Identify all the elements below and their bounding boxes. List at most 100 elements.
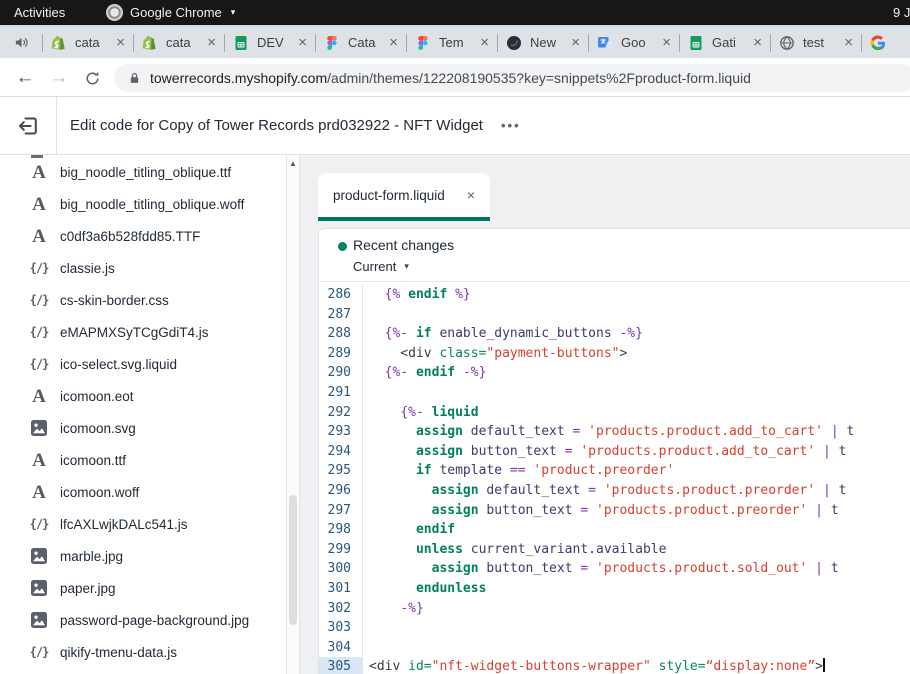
code-line-content[interactable] xyxy=(363,305,369,325)
app-menu[interactable]: Google Chrome ▾ xyxy=(106,4,235,21)
file-item[interactable]: paper.jpg xyxy=(0,572,300,604)
code-line-content[interactable]: -%} xyxy=(363,599,424,619)
tab-close-icon[interactable]: × xyxy=(389,35,398,50)
url-domain: towerrecords.myshopify.com xyxy=(150,70,327,86)
code-line[interactable]: 291 xyxy=(319,383,910,403)
code-line-content[interactable]: unless current_variant.available xyxy=(363,540,666,560)
code-line-content[interactable]: {%- if enable_dynamic_buttons -%} xyxy=(363,324,643,344)
code-line[interactable]: 302 -%} xyxy=(319,599,910,619)
scrollbar-thumb[interactable] xyxy=(289,495,297,625)
browser-tab[interactable]: cata × xyxy=(134,27,224,58)
tab-close-icon[interactable]: × xyxy=(116,35,125,50)
code-line-content[interactable]: <div id="nft-widget-buttons-wrapper" sty… xyxy=(363,657,825,674)
code-line[interactable]: 294 assign button_text = 'products.produ… xyxy=(319,442,910,462)
code-line-content[interactable]: assign default_text = 'products.product.… xyxy=(363,481,846,501)
file-item[interactable]: {/} classie.js xyxy=(0,252,300,284)
code-line[interactable]: 303 xyxy=(319,618,910,638)
browser-tab[interactable]: New × xyxy=(498,27,588,58)
code-line-content[interactable]: <div class="payment-buttons"> xyxy=(363,344,627,364)
code-line-content[interactable]: {% endif %} xyxy=(363,285,471,305)
file-item[interactable]: A icomoon.woff xyxy=(0,476,300,508)
code-line[interactable]: 301 endunless xyxy=(319,579,910,599)
code-line[interactable]: 288 {%- if enable_dynamic_buttons -%} xyxy=(319,324,910,344)
browser-tab[interactable]: × xyxy=(862,27,910,58)
code-line-content[interactable] xyxy=(363,383,369,403)
scroll-up-arrow-icon[interactable]: ▲ xyxy=(287,159,299,168)
file-item[interactable]: {/} qikify-tmenu-data.js xyxy=(0,636,300,668)
activities-button[interactable]: Activities xyxy=(14,5,65,20)
line-number: 286 xyxy=(319,285,363,305)
lock-icon[interactable] xyxy=(128,71,141,85)
browser-tab[interactable]: Gati × xyxy=(680,27,770,58)
code-line[interactable]: 296 assign default_text = 'products.prod… xyxy=(319,481,910,501)
file-item[interactable]: icomoon.svg xyxy=(0,412,300,444)
code-line[interactable]: 304 xyxy=(319,638,910,658)
file-item[interactable]: A icomoon.eot xyxy=(0,380,300,412)
sidebar-scrollbar[interactable]: ▲ xyxy=(286,155,300,674)
file-item[interactable]: {/} eMAPMXSyTCgGdiT4.js xyxy=(0,316,300,348)
file-item[interactable]: A big_noodle_titling_oblique.ttf xyxy=(0,156,300,188)
tab-close-icon[interactable]: × xyxy=(844,35,853,50)
code-line[interactable]: 293 assign default_text = 'products.prod… xyxy=(319,422,910,442)
file-item[interactable]: password-page-background.jpg xyxy=(0,604,300,636)
version-dropdown[interactable]: Current ▾ xyxy=(353,259,409,274)
editor-tab-close-icon[interactable]: × xyxy=(467,187,475,203)
code-line[interactable]: 299 unless current_variant.available xyxy=(319,540,910,560)
audio-speaker-icon[interactable] xyxy=(0,35,42,50)
clock[interactable]: 9 J xyxy=(893,5,910,20)
file-item[interactable]: A icomoon.ttf xyxy=(0,444,300,476)
tab-close-icon[interactable]: × xyxy=(662,35,671,50)
browser-tab[interactable]: cata × xyxy=(43,27,133,58)
code-line[interactable]: 287 xyxy=(319,305,910,325)
code-line-content[interactable]: endif xyxy=(363,520,455,540)
reload-button[interactable] xyxy=(79,65,105,91)
browser-tab[interactable]: Cata × xyxy=(316,27,406,58)
tab-close-icon[interactable]: × xyxy=(480,35,489,50)
code-line-content[interactable]: assign button_text = 'products.product.s… xyxy=(363,559,839,579)
browser-tab[interactable]: test × xyxy=(771,27,861,58)
code-line[interactable]: 297 assign button_text = 'products.produ… xyxy=(319,501,910,521)
more-actions-button[interactable]: ••• xyxy=(501,118,521,133)
tab-close-icon[interactable]: × xyxy=(753,35,762,50)
code-line[interactable]: 286 {% endif %} xyxy=(319,285,910,305)
tab-close-icon[interactable]: × xyxy=(298,35,307,50)
file-item[interactable]: {/} lfcAXLwjkDALc541.js xyxy=(0,508,300,540)
tab-close-icon[interactable]: × xyxy=(207,35,216,50)
code-line-content[interactable]: assign button_text = 'products.product.a… xyxy=(363,442,846,462)
code-line[interactable]: 290 {%- endif -%} xyxy=(319,363,910,383)
file-item[interactable]: A c0df3a6b528fdd85.TTF xyxy=(0,220,300,252)
file-item[interactable]: A big_noodle_titling_oblique.woff xyxy=(0,188,300,220)
code-line-content[interactable]: endunless xyxy=(363,579,486,599)
exit-code-editor-button[interactable] xyxy=(0,97,57,154)
browser-tab[interactable]: Tem × xyxy=(407,27,497,58)
forward-button[interactable]: → xyxy=(46,65,72,91)
file-item[interactable]: {/} cs-skin-border.css xyxy=(0,284,300,316)
line-number: 287 xyxy=(319,305,363,325)
code-line-content[interactable] xyxy=(363,638,369,658)
line-number: 304 xyxy=(319,638,363,658)
code-line-content[interactable]: assign default_text = 'products.product.… xyxy=(363,422,854,442)
browser-tab[interactable]: Goo × xyxy=(589,27,679,58)
line-number: 296 xyxy=(319,481,363,501)
code-line-content[interactable]: {%- liquid xyxy=(363,403,479,423)
file-item[interactable]: marble.jpg xyxy=(0,540,300,572)
address-bar[interactable]: towerrecords.myshopify.com/admin/themes/… xyxy=(114,64,910,92)
editor-file-tab[interactable]: product-form.liquid × xyxy=(318,173,490,217)
code-line[interactable]: 298 endif xyxy=(319,520,910,540)
code-line-content[interactable]: {%- endif -%} xyxy=(363,363,486,383)
browser-tab[interactable]: DEV × xyxy=(225,27,315,58)
back-button[interactable]: ← xyxy=(12,65,38,91)
code-line[interactable]: 295 if template == 'product.preorder' xyxy=(319,461,910,481)
code-line[interactable]: 289 <div class="payment-buttons"> xyxy=(319,344,910,364)
code-line[interactable]: 292 {%- liquid xyxy=(319,403,910,423)
favicon-translate-icon xyxy=(597,35,613,51)
code-line-content[interactable]: if template == 'product.preorder' xyxy=(363,461,674,481)
code-line-content[interactable] xyxy=(363,618,369,638)
code-line[interactable]: 305<div id="nft-widget-buttons-wrapper" … xyxy=(319,657,910,674)
code-line[interactable]: 300 assign button_text = 'products.produ… xyxy=(319,559,910,579)
tab-close-icon[interactable]: × xyxy=(571,35,580,50)
code-editor[interactable]: 286 {% endif %}287288 {%- if enable_dyna… xyxy=(319,282,910,674)
file-name: ico-select.svg.liquid xyxy=(60,357,177,372)
code-line-content[interactable]: assign button_text = 'products.product.p… xyxy=(363,501,839,521)
file-item[interactable]: {/} ico-select.svg.liquid xyxy=(0,348,300,380)
